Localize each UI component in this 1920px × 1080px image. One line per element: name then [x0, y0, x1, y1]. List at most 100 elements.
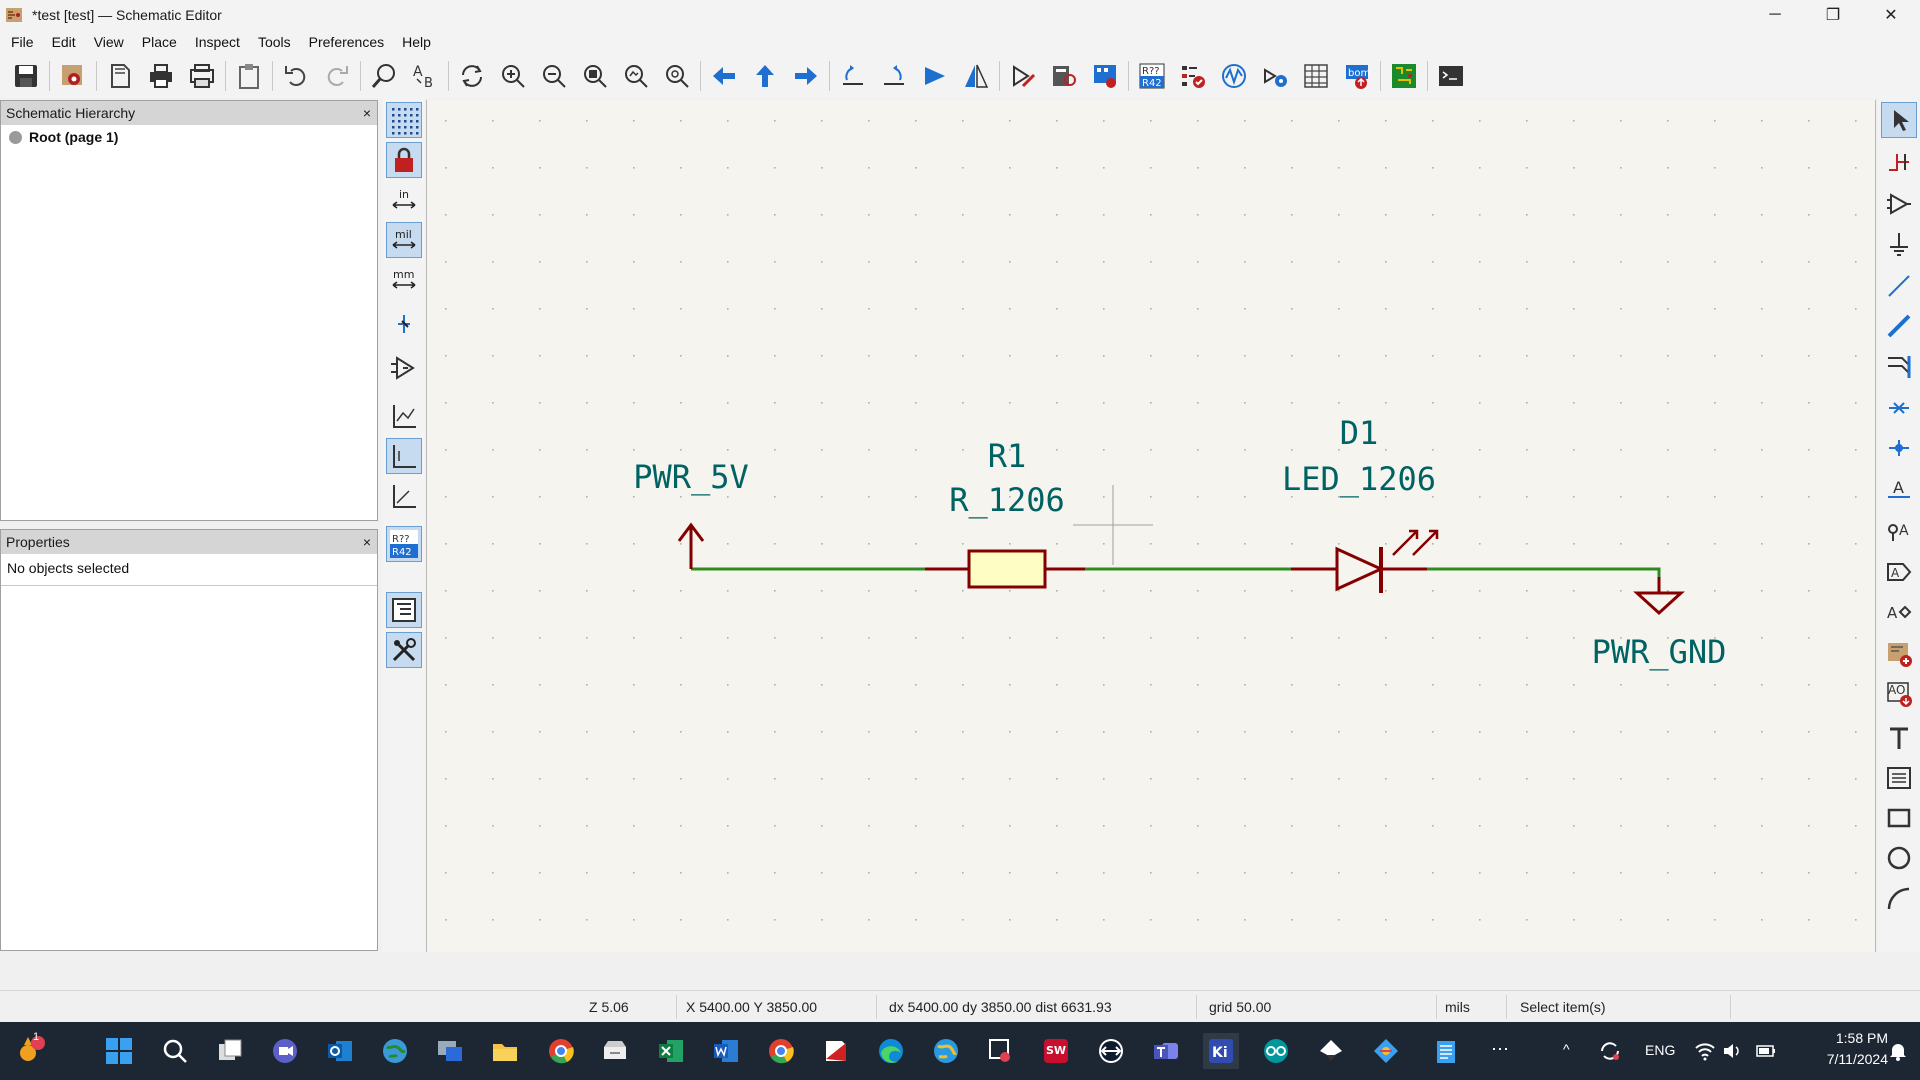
print-icon[interactable]	[143, 58, 179, 94]
pdf-reader-icon[interactable]	[818, 1033, 854, 1069]
annotate-icon[interactable]: R?? R42	[1134, 58, 1170, 94]
zoom-in-icon[interactable]	[495, 58, 531, 94]
resistor-r1[interactable]	[925, 549, 1085, 589]
find-replace-icon[interactable]: AB	[407, 58, 443, 94]
maps-icon[interactable]	[928, 1033, 964, 1069]
net-label-icon[interactable]: A	[1881, 472, 1917, 508]
inkscape-icon[interactable]	[1313, 1033, 1349, 1069]
hidden-pins-icon[interactable]	[386, 350, 422, 386]
add-textbox-icon[interactable]	[1881, 760, 1917, 796]
annotation-toggle-icon[interactable]: R?? R42	[386, 526, 422, 562]
kicad-taskbar-icon[interactable]: Ki	[1203, 1033, 1239, 1069]
taskbar-more-icon[interactable]: ⋯	[1491, 1039, 1509, 1060]
schematic-canvas[interactable]: PWR_5V R1 R_1206 D1 LED_1206 PWR_GND	[426, 100, 1876, 952]
erc-icon[interactable]	[1175, 58, 1211, 94]
remote-desktop-icon[interactable]	[432, 1033, 468, 1069]
zoom-selection-icon[interactable]	[659, 58, 695, 94]
add-wire-icon[interactable]	[1881, 268, 1917, 304]
navigate-up-icon[interactable]	[747, 58, 783, 94]
save-icon[interactable]	[8, 58, 44, 94]
add-bus-icon[interactable]	[1881, 308, 1917, 344]
snipping-tool-icon[interactable]	[983, 1033, 1019, 1069]
paste-icon[interactable]	[231, 58, 267, 94]
zoom-out-icon[interactable]	[536, 58, 572, 94]
add-rectangle-icon[interactable]	[1881, 800, 1917, 836]
wire-d1-to-gnd[interactable]	[1427, 567, 1661, 577]
start-button-icon[interactable]	[101, 1033, 137, 1069]
schematic-setup-icon[interactable]	[55, 58, 91, 94]
menu-tools[interactable]: Tools	[249, 32, 300, 52]
zoom-objects-icon[interactable]	[618, 58, 654, 94]
units-mils-icon[interactable]: mil	[386, 222, 422, 258]
navigate-back-icon[interactable]	[706, 58, 742, 94]
symbol-browser-icon[interactable]	[1046, 58, 1082, 94]
hierarchy-panel-close-button[interactable]: ×	[363, 105, 371, 121]
global-label-icon[interactable]: A	[1881, 554, 1917, 590]
junction-icon[interactable]	[1881, 430, 1917, 466]
globe-app-icon[interactable]	[377, 1033, 413, 1069]
teamviewer-icon[interactable]	[1093, 1033, 1129, 1069]
volume-icon[interactable]	[1714, 1033, 1750, 1069]
led-d1[interactable]	[1291, 529, 1439, 593]
simulator-icon[interactable]	[1216, 58, 1252, 94]
search-icon[interactable]	[157, 1033, 193, 1069]
menu-file[interactable]: File	[2, 32, 43, 52]
field-table-icon[interactable]	[1298, 58, 1334, 94]
menu-view[interactable]: View	[85, 32, 133, 52]
git-tool-icon[interactable]	[1368, 1033, 1404, 1069]
notepad-icon[interactable]	[1428, 1033, 1464, 1069]
grid-lock-icon[interactable]	[386, 142, 422, 178]
no-connect-icon[interactable]	[1881, 390, 1917, 426]
highlight-net-icon[interactable]	[1881, 144, 1917, 180]
wire-angle-free-icon[interactable]	[386, 398, 422, 434]
bus-entry-icon[interactable]	[1881, 348, 1917, 384]
mirror-horizontal-icon[interactable]	[958, 58, 994, 94]
bus-aliases-icon[interactable]	[1257, 58, 1293, 94]
power-5v-symbol[interactable]	[677, 522, 705, 569]
symbol-editor-icon[interactable]	[1005, 58, 1041, 94]
chrome-profile-icon[interactable]	[543, 1033, 579, 1069]
select-tool-icon[interactable]	[1881, 102, 1917, 138]
add-symbol-icon[interactable]	[1881, 186, 1917, 222]
mirror-vertical-icon[interactable]	[917, 58, 953, 94]
widgets-icon[interactable]	[12, 1033, 48, 1069]
add-power-icon[interactable]	[1881, 226, 1917, 262]
sync-icon[interactable]	[1592, 1033, 1628, 1069]
refresh-icon[interactable]	[454, 58, 490, 94]
solidworks-icon[interactable]: SW	[1038, 1033, 1074, 1069]
chrome-icon[interactable]	[763, 1033, 799, 1069]
redo-icon[interactable]	[319, 58, 355, 94]
hierarchical-label-icon[interactable]: A	[1881, 594, 1917, 630]
clock-date[interactable]: 7/11/2024	[1798, 1051, 1888, 1067]
battery-icon[interactable]	[1748, 1033, 1784, 1069]
units-inches-icon[interactable]: in	[386, 182, 422, 218]
meet-app-icon[interactable]	[267, 1033, 303, 1069]
menu-help[interactable]: Help	[393, 32, 440, 52]
close-window-button[interactable]: ✕	[1862, 0, 1920, 30]
hierarchy-item-root[interactable]: Root (page 1)	[1, 125, 377, 149]
tray-overflow-icon[interactable]: ^	[1563, 1041, 1570, 1057]
add-sheet-icon[interactable]	[1881, 636, 1917, 672]
menu-preferences[interactable]: Preferences	[300, 32, 393, 52]
notifications-bell-icon[interactable]	[1880, 1033, 1916, 1069]
properties-panel-close-button[interactable]: ×	[363, 534, 371, 550]
rotate-ccw-icon[interactable]	[835, 58, 871, 94]
power-gnd-symbol[interactable]	[1633, 577, 1685, 616]
undo-icon[interactable]	[278, 58, 314, 94]
menu-inspect[interactable]: Inspect	[186, 32, 249, 52]
outlook-icon[interactable]	[322, 1033, 358, 1069]
add-circle-icon[interactable]	[1881, 840, 1917, 876]
pcb-editor-icon[interactable]	[1386, 58, 1422, 94]
edge-icon[interactable]	[873, 1033, 909, 1069]
plot-icon[interactable]	[184, 58, 220, 94]
properties-panel-toggle-icon[interactable]	[386, 632, 422, 668]
language-indicator[interactable]: ENG	[1645, 1042, 1675, 1058]
scripting-console-icon[interactable]	[1433, 58, 1469, 94]
wire-angle-90-icon[interactable]	[386, 438, 422, 474]
grid-toggle-icon[interactable]	[386, 102, 422, 138]
printer-app-icon[interactable]	[598, 1033, 634, 1069]
menu-place[interactable]: Place	[133, 32, 186, 52]
teams-icon[interactable]	[1148, 1033, 1184, 1069]
arduino-icon[interactable]	[1258, 1033, 1294, 1069]
navigate-forward-icon[interactable]	[788, 58, 824, 94]
